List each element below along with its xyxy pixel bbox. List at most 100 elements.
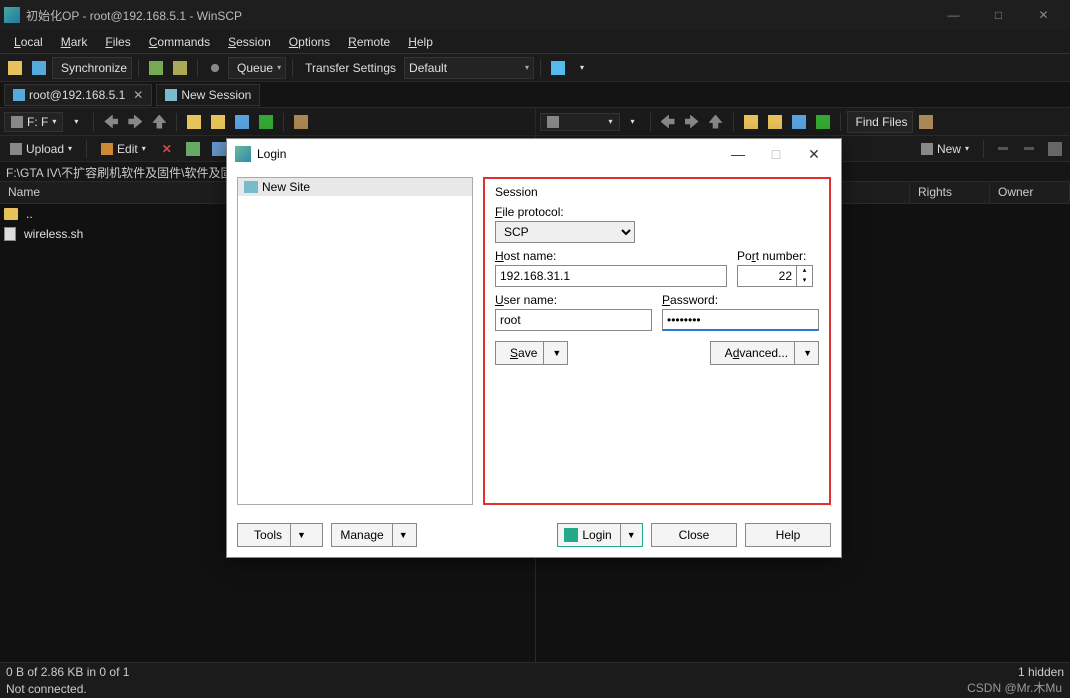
up-icon (152, 115, 166, 129)
new-button[interactable]: New ▾ (915, 140, 975, 158)
menu-mark[interactable]: Mark (53, 32, 96, 52)
login-button[interactable]: Login▼ (557, 523, 643, 547)
dialog-footer: Tools▼ Manage▼ Login▼ Close Help (227, 513, 841, 557)
toolbar-icon3[interactable] (145, 57, 167, 79)
nav-refresh-right[interactable] (812, 111, 834, 133)
folder-icon (211, 115, 225, 129)
help-button[interactable]: Help (745, 523, 831, 547)
site-tree[interactable]: New Site (237, 177, 473, 505)
menubar: Local Mark Files Commands Session Option… (0, 30, 1070, 54)
nav-fwd-right[interactable] (681, 111, 703, 133)
new-session-label: New Session (181, 88, 251, 102)
nav-folder2-left[interactable] (207, 111, 229, 133)
port-spinner[interactable]: ▴▾ (797, 265, 813, 287)
dialog-titlebar[interactable]: Login — □ ✕ (227, 139, 841, 169)
new-site-item[interactable]: New Site (238, 178, 472, 196)
queue-dropdown[interactable]: Queue ▾ (228, 57, 286, 79)
action-right-i2[interactable] (1018, 138, 1040, 160)
password-input[interactable] (662, 309, 819, 331)
transfer-settings-value: Default (409, 61, 521, 75)
dialog-minimize[interactable]: — (719, 146, 757, 162)
nav-up-left[interactable] (148, 111, 170, 133)
upload-button[interactable]: Upload ▾ (4, 140, 78, 158)
forward-icon (685, 115, 699, 129)
password-label: Password: (662, 293, 819, 307)
toolbar-icon2[interactable] (28, 57, 50, 79)
file-protocol-select[interactable]: SCP (495, 221, 635, 243)
back-icon (104, 115, 118, 129)
close-dialog-button[interactable]: Close (651, 523, 737, 547)
edit-button[interactable]: Edit ▾ (95, 140, 152, 158)
nav-home-right[interactable] (788, 111, 810, 133)
edit-icon (101, 143, 113, 155)
action-right-i1[interactable] (992, 138, 1014, 160)
new-session-tab[interactable]: New Session (156, 84, 260, 106)
home-icon (235, 115, 249, 129)
user-input[interactable] (495, 309, 652, 331)
back-icon (661, 115, 675, 129)
nav-tree-left[interactable] (290, 111, 312, 133)
advanced-button[interactable]: Advanced... ▼ (710, 341, 819, 365)
dialog-close[interactable]: ✕ (795, 146, 833, 163)
nav-back-right[interactable] (657, 111, 679, 133)
remote-path-selector[interactable]: ▾ (540, 113, 620, 131)
maximize-button[interactable]: □ (976, 0, 1021, 30)
menu-options[interactable]: Options (281, 32, 338, 52)
action-right-i3[interactable] (1044, 138, 1066, 160)
minimize-button[interactable]: — (931, 0, 976, 30)
manage-button[interactable]: Manage▼ (331, 523, 417, 547)
watermark: CSDN @Mr.木Mu (967, 679, 1062, 696)
menu-help[interactable]: Help (400, 32, 441, 52)
nav-folder1-right[interactable] (740, 111, 762, 133)
menu-session[interactable]: Session (220, 32, 279, 52)
toolbar-arrow[interactable]: ▾ (571, 57, 593, 79)
nav-right-sep1[interactable]: ▾ (622, 111, 644, 133)
upload-icon (10, 143, 22, 155)
user-label: User name: (495, 293, 652, 307)
nav-home-left[interactable] (231, 111, 253, 133)
nav-left: F: F ▾ ▾ (0, 108, 536, 135)
port-input[interactable] (737, 265, 797, 287)
close-button[interactable]: ✕ (1021, 0, 1066, 30)
folder-icon (4, 208, 18, 220)
status-connection: Not connected. (6, 682, 87, 696)
delete-button[interactable]: ✕ (156, 140, 178, 158)
transfer-settings-dropdown[interactable]: Default ▾ (404, 57, 534, 79)
nav-toolbar: F: F ▾ ▾ ▾ ▾ Find File (0, 108, 1070, 136)
menu-files[interactable]: Files (97, 32, 138, 52)
col-owner[interactable]: Owner (990, 182, 1070, 203)
synchronize-button[interactable]: Synchronize (52, 57, 132, 79)
tab-label: root@192.168.5.1 (29, 88, 125, 102)
nav-tree-right[interactable] (915, 111, 937, 133)
nav-back-left[interactable] (100, 111, 122, 133)
tools-button[interactable]: Tools▼ (237, 523, 323, 547)
nav-refresh-left[interactable] (255, 111, 277, 133)
menu-remote[interactable]: Remote (340, 32, 398, 52)
save-button[interactable]: Save ▼ (495, 341, 568, 365)
menu-local[interactable]: Local (6, 32, 51, 52)
nav-folder2-right[interactable] (764, 111, 786, 133)
action-left-i1[interactable] (182, 138, 204, 160)
nav-fwd-left[interactable] (124, 111, 146, 133)
folder-icon (547, 116, 559, 128)
session-legend: Session (495, 185, 819, 199)
local-disk-selector[interactable]: F: F ▾ (4, 112, 63, 132)
new-site-label: New Site (262, 180, 310, 194)
session-panel: Session File protocol: SCP Host name: Po… (483, 177, 831, 505)
menu-commands[interactable]: Commands (141, 32, 218, 52)
toolbar-icon1[interactable] (4, 57, 26, 79)
session-tab-active[interactable]: root@192.168.5.1 ✕ (4, 84, 152, 106)
toolbar-icon4[interactable] (169, 57, 191, 79)
find-files-button[interactable]: Find Files (847, 111, 913, 133)
toolbar-icon5[interactable] (547, 57, 569, 79)
toolbar-gear[interactable] (204, 57, 226, 79)
delete-icon: ✕ (162, 142, 172, 156)
new-icon (921, 143, 933, 155)
nav-left-sep1[interactable]: ▾ (65, 111, 87, 133)
nav-up-right[interactable] (705, 111, 727, 133)
nav-folder1-left[interactable] (183, 111, 205, 133)
col-rights[interactable]: Rights (910, 182, 990, 203)
gear-icon (208, 61, 222, 75)
host-input[interactable] (495, 265, 727, 287)
tab-close-icon[interactable]: ✕ (133, 88, 143, 102)
